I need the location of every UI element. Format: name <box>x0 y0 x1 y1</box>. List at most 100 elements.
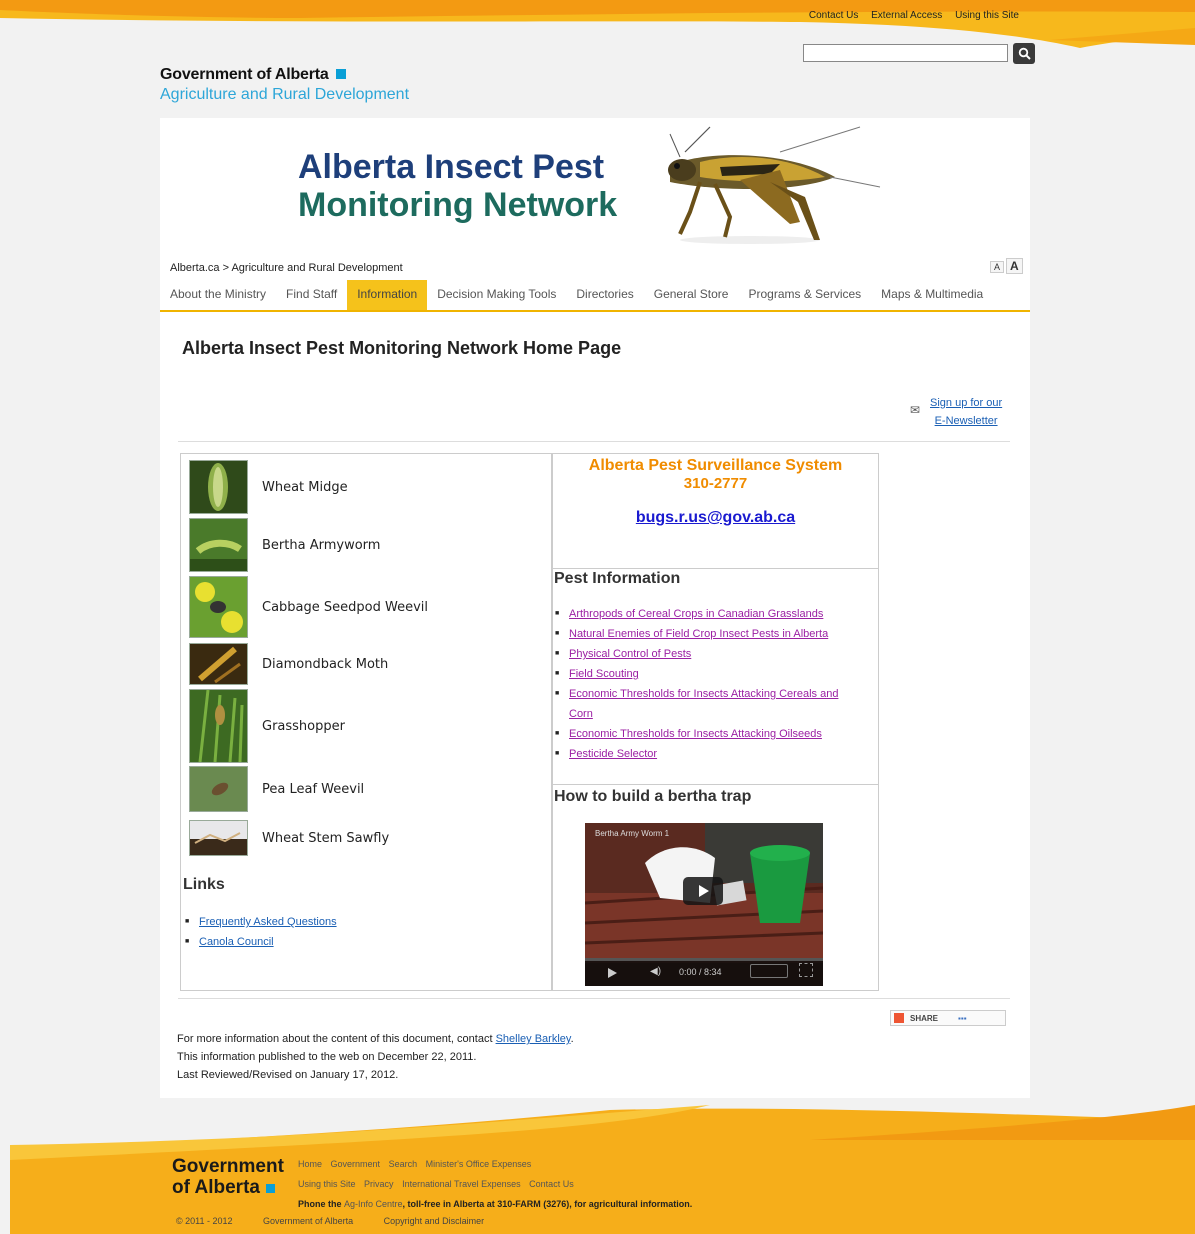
wheat-midge-thumbnail <box>189 460 248 514</box>
share-button[interactable]: SHARE ▪▪▪ <box>890 1010 1006 1026</box>
pest-list-column: Wheat Midge Bertha Armyworm Cabbage Seed… <box>180 453 552 991</box>
font-small-button[interactable]: A <box>990 261 1005 273</box>
pest-name: Bertha Armyworm <box>262 537 381 553</box>
pest-name: Diamondback Moth <box>262 656 389 672</box>
gov-name: Government of Alberta <box>160 66 409 84</box>
contact-prefix: For more information about the content o… <box>177 1033 496 1045</box>
play-icon[interactable] <box>607 968 617 978</box>
disclaimer-link[interactable]: Copyright and Disclaimer <box>384 1216 485 1226</box>
list-item: Canola Council <box>183 932 337 952</box>
pest-item-wheat-stem-sawfly[interactable]: Wheat Stem Sawfly <box>189 820 389 856</box>
nav-general-store[interactable]: General Store <box>644 280 739 310</box>
footer-privacy-link[interactable]: Privacy <box>364 1179 394 1189</box>
video-progress-bar[interactable] <box>585 958 823 961</box>
font-large-button[interactable]: A <box>1006 258 1023 274</box>
pea-leaf-weevil-thumbnail <box>189 766 248 812</box>
reviewed-line: Last Reviewed/Revised on January 17, 201… <box>177 1069 399 1081</box>
nav-maps-multimedia[interactable]: Maps & Multimedia <box>871 280 993 310</box>
pest-item-wheat-midge[interactable]: Wheat Midge <box>189 460 348 514</box>
list-item: Pesticide Selector <box>553 744 865 764</box>
footer-using-site-link[interactable]: Using this Site <box>298 1179 356 1189</box>
footer-links: Home Government Search Minister's Office… <box>298 1154 692 1214</box>
share-plus-icon <box>894 1013 904 1023</box>
nav-find-staff[interactable]: Find Staff <box>276 280 347 310</box>
canola-council-link[interactable]: Canola Council <box>199 936 274 948</box>
contact-line: For more information about the content o… <box>177 1030 574 1048</box>
youtube-logo-icon[interactable] <box>750 964 788 978</box>
footer-copyright: © 2011 - 2012 Government of Alberta Copy… <box>176 1216 512 1226</box>
share-label: SHARE <box>910 1013 939 1023</box>
footer-contact-link[interactable]: Contact Us <box>529 1179 574 1189</box>
nav-programs-services[interactable]: Programs & Services <box>738 280 871 310</box>
pest-item-cabbage-seedpod-weevil[interactable]: Cabbage Seedpod Weevil <box>189 576 428 638</box>
copyright-text: © 2011 - 2012 <box>176 1216 233 1226</box>
pest-info-link[interactable]: Physical Control of Pests <box>569 648 691 660</box>
newsletter-signup[interactable]: ✉ Sign up for our E-Newsletter <box>910 394 1002 430</box>
bertha-armyworm-thumbnail <box>189 518 248 572</box>
nav-directories[interactable]: Directories <box>566 280 643 310</box>
surveillance-phone: 310-2777 <box>683 475 748 492</box>
surveillance-title: Alberta Pest Surveillance System <box>588 457 843 474</box>
footer-gov-link[interactable]: Government of Alberta <box>263 1216 353 1226</box>
list-item: Economic Thresholds for Insects Attackin… <box>553 724 865 744</box>
links-heading: Links <box>183 876 225 893</box>
pest-info-link[interactable]: Pesticide Selector <box>569 748 657 760</box>
nav-information[interactable]: Information <box>347 280 428 310</box>
banner-title-line2: Monitoring Network <box>298 186 618 224</box>
using-this-site-link[interactable]: Using this Site <box>955 10 1019 21</box>
footer-links-row2: Using this Site Privacy International Tr… <box>298 1174 692 1194</box>
pest-info-list: Arthropods of Cereal Crops in Canadian G… <box>553 604 865 764</box>
volume-icon[interactable]: ◀) <box>650 966 661 977</box>
main-nav: About the Ministry Find Staff Informatio… <box>160 280 1030 312</box>
video-player[interactable]: Bertha Army Worm 1 ◀) 0:00 / 8:34 <box>585 823 823 986</box>
play-button[interactable] <box>683 877 723 905</box>
ag-info-centre-link[interactable]: Ag-Info Centre <box>344 1199 403 1209</box>
contact-us-link[interactable]: Contact Us <box>809 10 858 21</box>
ministry-name: Agriculture and Rural Development <box>160 86 410 103</box>
pest-info-link[interactable]: Economic Thresholds for Insects Attackin… <box>569 728 822 740</box>
cabbage-seedpod-weevil-thumbnail <box>189 576 248 638</box>
search-button[interactable] <box>1013 43 1035 64</box>
page-title: Alberta Insect Pest Monitoring Network H… <box>182 338 622 358</box>
external-access-link[interactable]: External Access <box>871 10 942 21</box>
contact-name-link[interactable]: Shelley Barkley <box>496 1033 571 1045</box>
divider <box>178 441 1010 442</box>
pest-info-link[interactable]: Natural Enemies of Field Crop Insect Pes… <box>569 628 828 640</box>
footer-home-link[interactable]: Home <box>298 1159 322 1169</box>
footer-travel-expenses-link[interactable]: International Travel Expenses <box>402 1179 521 1189</box>
faq-link[interactable]: Frequently Asked Questions <box>199 916 337 928</box>
nav-about-ministry[interactable]: About the Ministry <box>160 280 276 310</box>
fullscreen-icon[interactable] <box>799 963 813 977</box>
pest-name: Grasshopper <box>262 718 345 734</box>
footer-government-link[interactable]: Government <box>331 1159 381 1169</box>
pest-info-link[interactable]: Economic Thresholds for Insects Attackin… <box>569 688 838 720</box>
pest-item-pea-leaf-weevil[interactable]: Pea Leaf Weevil <box>189 766 364 812</box>
pest-item-grasshopper[interactable]: Grasshopper <box>189 689 345 763</box>
surveillance-email-link[interactable]: bugs.r.us@gov.ab.ca <box>553 509 878 527</box>
divider <box>178 998 1010 999</box>
envelope-icon: ✉ <box>910 403 921 417</box>
list-item: Economic Thresholds for Insects Attackin… <box>553 684 865 724</box>
newsletter-link-line1[interactable]: Sign up for our <box>930 394 1002 412</box>
pest-item-bertha-armyworm[interactable]: Bertha Armyworm <box>189 518 380 572</box>
footer-gov-logo[interactable]: Government of Alberta <box>172 1156 284 1198</box>
list-item: Frequently Asked Questions <box>183 912 337 932</box>
breadcrumb[interactable]: Alberta.ca > Agriculture and Rural Devel… <box>170 262 403 274</box>
pest-name: Cabbage Seedpod Weevil <box>262 599 428 615</box>
pest-item-diamondback-moth[interactable]: Diamondback Moth <box>189 643 388 685</box>
gov-logo[interactable]: Government of Alberta Agriculture and Ru… <box>160 66 409 104</box>
video-title: Bertha Army Worm 1 <box>595 829 670 838</box>
footer-search-link[interactable]: Search <box>389 1159 418 1169</box>
search-input[interactable] <box>803 44 1008 62</box>
pest-info-box: Pest Information Arthropods of Cereal Cr… <box>553 568 878 785</box>
contact-suffix: . <box>570 1033 574 1045</box>
pest-info-link[interactable]: Arthropods of Cereal Crops in Canadian G… <box>569 608 823 620</box>
footer-links-row1: Home Government Search Minister's Office… <box>298 1154 692 1174</box>
share-services-icon: ▪▪▪ <box>958 1013 967 1023</box>
phone-suffix: , toll-free in Alberta at 310-FARM (3276… <box>402 1199 693 1209</box>
nav-decision-making-tools[interactable]: Decision Making Tools <box>427 280 566 310</box>
newsletter-link-line2[interactable]: E-Newsletter <box>930 412 1002 430</box>
pest-info-link[interactable]: Field Scouting <box>569 668 639 680</box>
footer-ministers-expenses-link[interactable]: Minister's Office Expenses <box>426 1159 532 1169</box>
logo-square-icon <box>265 1184 275 1193</box>
